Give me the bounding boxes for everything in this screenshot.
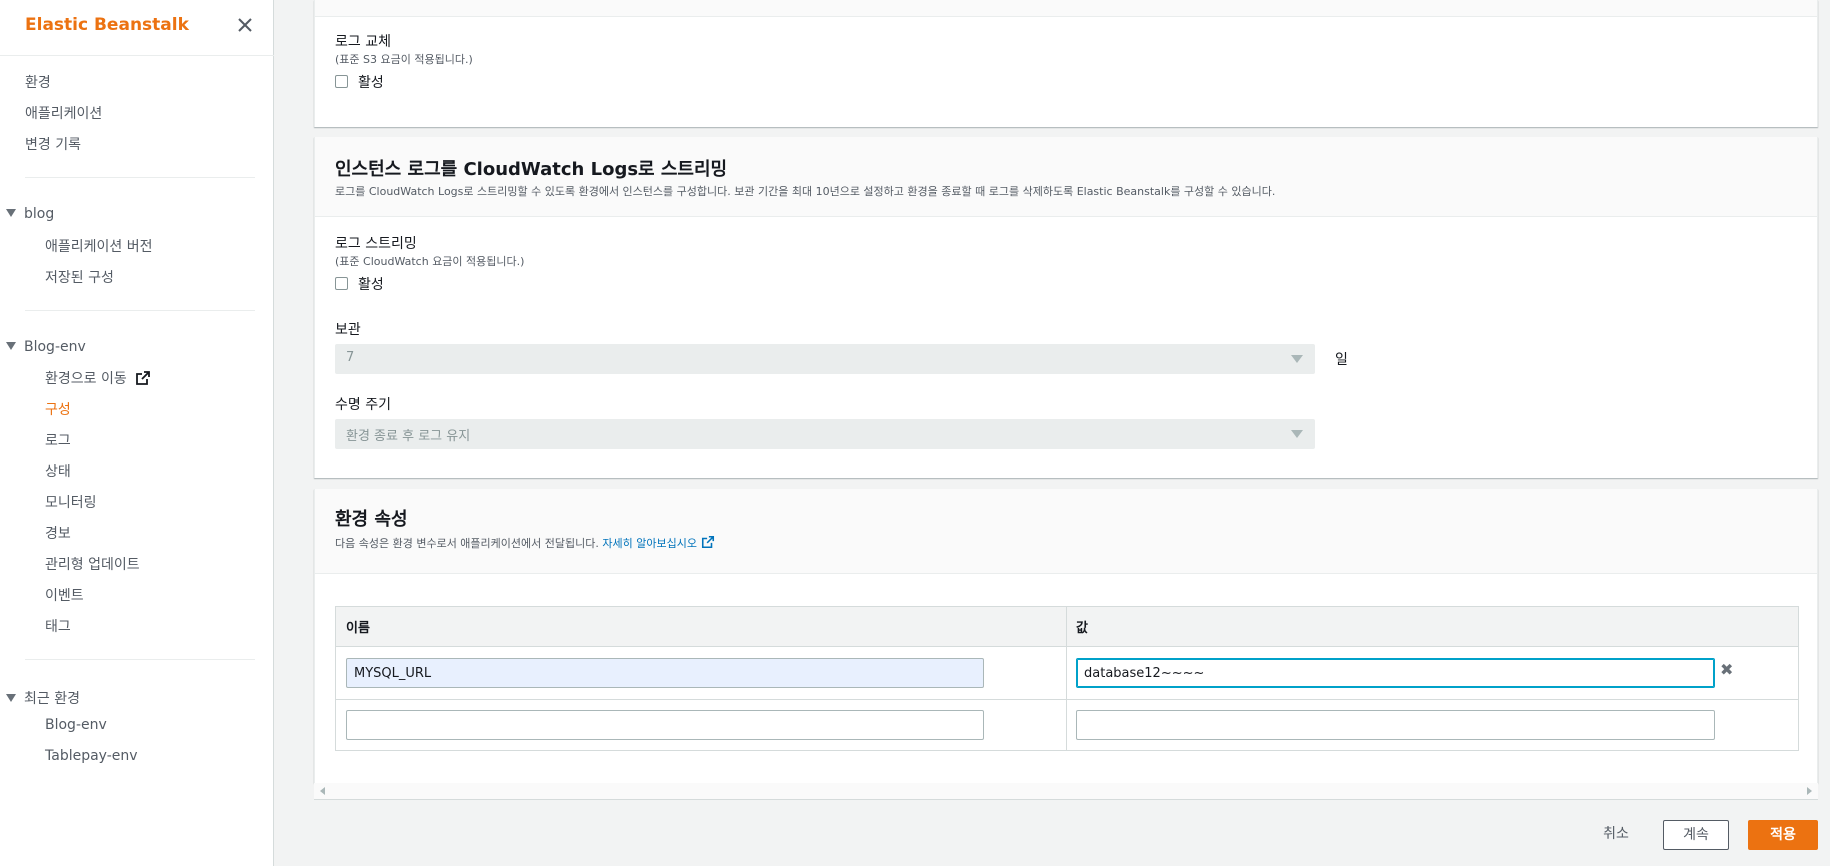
- sidebar-group-env[interactable]: Blog-env: [6, 339, 86, 355]
- env-value-input[interactable]: [1076, 710, 1715, 740]
- sidebar-item-tags[interactable]: 태그: [45, 616, 71, 636]
- sidebar-group-recent-label: 최근 환경: [24, 691, 80, 707]
- sidebar-item-monitoring[interactable]: 모니터링: [45, 492, 97, 512]
- sidebar-item-events[interactable]: 이벤트: [45, 585, 84, 605]
- external-link-icon: [135, 371, 150, 385]
- retention-unit: 일: [1335, 352, 1348, 368]
- log-rotation-note: (표준 S3 요금이 적용됩니다.): [335, 53, 473, 66]
- caret-down-icon: [1291, 430, 1303, 438]
- checkbox-box[interactable]: [335, 75, 348, 88]
- caret-down-icon: [6, 694, 16, 702]
- apply-button[interactable]: 적용: [1748, 820, 1818, 850]
- scroll-right-icon[interactable]: [1807, 787, 1812, 795]
- lifecycle-value: 환경 종료 후 로그 유지: [346, 429, 471, 444]
- column-header-value: 값: [1066, 607, 1798, 647]
- sidebar-item-managed-updates[interactable]: 관리형 업데이트: [45, 554, 140, 574]
- retention-select[interactable]: 7: [335, 344, 1315, 374]
- sidebar-item-label: 환경으로 이동: [45, 371, 127, 387]
- sidebar-item-app-versions[interactable]: 애플리케이션 버전: [45, 236, 153, 256]
- remove-row-icon[interactable]: ✖: [1720, 660, 1733, 679]
- sidebar-divider: [25, 659, 255, 660]
- env-properties-title: 환경 속성: [335, 509, 408, 530]
- sidebar-item-go-to-env[interactable]: 환경으로 이동: [45, 368, 151, 388]
- sidebar-title[interactable]: Elastic Beanstalk: [25, 15, 189, 35]
- cloudwatch-description: 로그를 CloudWatch Logs로 스트리밍할 수 있도록 환경에서 인스…: [335, 185, 1276, 198]
- env-name-input[interactable]: [346, 710, 984, 740]
- learn-more-link[interactable]: 자세히 알아보십시오: [602, 535, 715, 550]
- description-text: 다음 속성은 환경 변수로서 애플리케이션에서 전달됩니다.: [335, 537, 599, 550]
- sidebar-group-recent[interactable]: 최근 환경: [6, 688, 80, 708]
- checkbox-box[interactable]: [335, 277, 348, 290]
- sidebar-item-recent-tablepay-env[interactable]: Tablepay-env: [45, 748, 138, 764]
- sidebar-header: Elastic Beanstalk: [0, 0, 274, 56]
- cloudwatch-title: 인스턴스 로그를 CloudWatch Logs로 스트리밍: [335, 159, 728, 180]
- caret-down-icon: [6, 342, 16, 350]
- cancel-button[interactable]: 취소: [1588, 820, 1644, 850]
- horizontal-scrollbar[interactable]: [314, 783, 1818, 800]
- sidebar: Elastic Beanstalk 환경 애플리케이션 변경 기록 blog 애…: [0, 0, 274, 866]
- scroll-left-icon[interactable]: [320, 787, 325, 795]
- sidebar-item-saved-configs[interactable]: 저장된 구성: [45, 267, 114, 287]
- continue-button[interactable]: 계속: [1663, 820, 1729, 850]
- sidebar-item-health[interactable]: 상태: [45, 461, 71, 481]
- sidebar-group-env-label: Blog-env: [24, 339, 86, 355]
- log-rotation-checkbox[interactable]: 활성: [335, 72, 384, 92]
- lifecycle-label: 수명 주기: [335, 397, 391, 413]
- checkbox-label: 활성: [358, 277, 384, 293]
- panel-header: [315, 0, 1817, 17]
- external-link-icon: [701, 535, 714, 549]
- panel-header: 인스턴스 로그를 CloudWatch Logs로 스트리밍 로그를 Cloud…: [315, 137, 1817, 217]
- sidebar-divider: [25, 310, 255, 311]
- sidebar-item-recent-blog-env[interactable]: Blog-env: [45, 717, 107, 733]
- env-properties-description: 다음 속성은 환경 변수로서 애플리케이션에서 전달됩니다. 자세히 알아보십시…: [335, 535, 715, 551]
- sidebar-item-change-history[interactable]: 변경 기록: [25, 134, 81, 154]
- env-value-input[interactable]: [1076, 658, 1715, 688]
- panel-header: 환경 속성 다음 속성은 환경 변수로서 애플리케이션에서 전달됩니다. 자세히…: [315, 489, 1817, 574]
- sidebar-item-environments[interactable]: 환경: [25, 72, 51, 92]
- env-properties-table: 이름 값 ✖: [335, 606, 1799, 751]
- sidebar-item-logs[interactable]: 로그: [45, 430, 71, 450]
- log-streaming-note: (표준 CloudWatch 요금이 적용됩니다.): [335, 255, 525, 268]
- env-properties-panel: 환경 속성 다음 속성은 환경 변수로서 애플리케이션에서 전달됩니다. 자세히…: [314, 489, 1818, 783]
- log-rotation-panel: 로그 교체 (표준 S3 요금이 적용됩니다.) 활성: [314, 0, 1818, 127]
- table-row: ✖: [336, 647, 1798, 699]
- learn-more-label: 자세히 알아보십시오: [602, 537, 697, 550]
- column-header-name: 이름: [336, 607, 1066, 647]
- close-icon[interactable]: [234, 14, 256, 36]
- log-rotation-label: 로그 교체: [335, 34, 391, 50]
- env-name-input[interactable]: [346, 658, 984, 688]
- sidebar-group-app[interactable]: blog: [6, 206, 54, 222]
- retention-value: 7: [346, 350, 355, 365]
- sidebar-item-alarms[interactable]: 경보: [45, 523, 71, 543]
- cloudwatch-panel: 인스턴스 로그를 CloudWatch Logs로 스트리밍 로그를 Cloud…: [314, 137, 1818, 478]
- table-row: [336, 700, 1798, 751]
- sidebar-divider: [25, 177, 255, 178]
- sidebar-item-configuration[interactable]: 구성: [45, 399, 71, 419]
- caret-down-icon: [1291, 355, 1303, 363]
- caret-down-icon: [6, 209, 16, 217]
- log-streaming-checkbox[interactable]: 활성: [335, 274, 384, 294]
- sidebar-item-applications[interactable]: 애플리케이션: [25, 103, 102, 123]
- checkbox-label: 활성: [358, 75, 384, 91]
- lifecycle-select[interactable]: 환경 종료 후 로그 유지: [335, 419, 1315, 449]
- retention-label: 보관: [335, 322, 361, 338]
- log-streaming-label: 로그 스트리밍: [335, 236, 417, 252]
- sidebar-group-app-label: blog: [24, 206, 55, 222]
